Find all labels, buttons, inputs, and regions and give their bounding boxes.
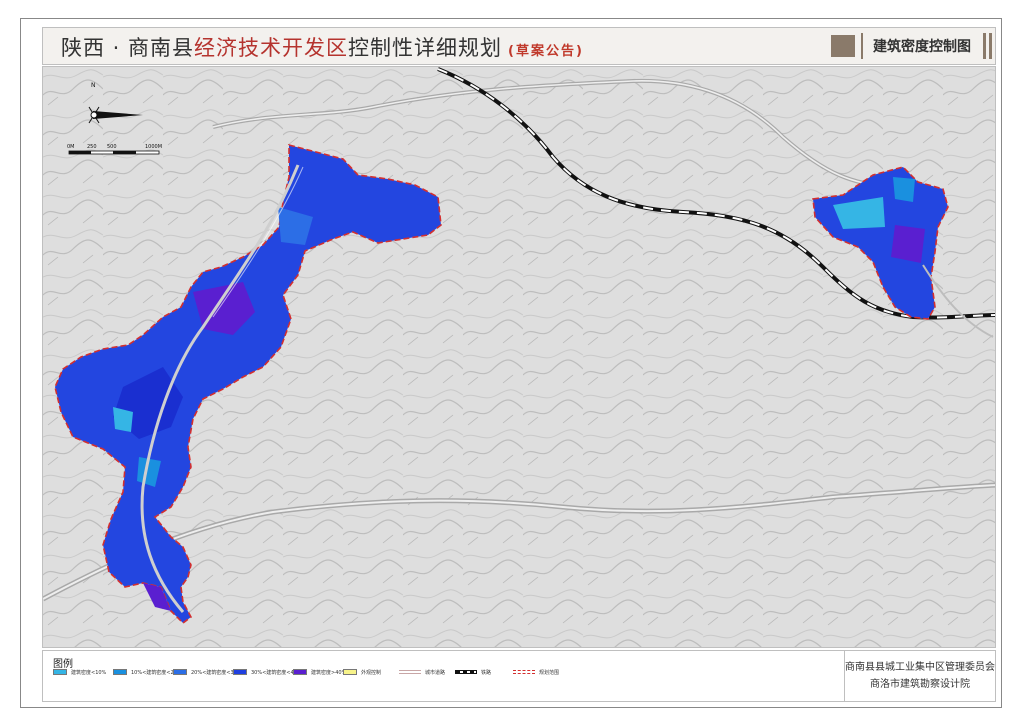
- boundary-line-icon: [513, 670, 535, 674]
- railway-line-icon: [455, 670, 477, 674]
- legend-item-city-road: 城市道路: [399, 667, 445, 677]
- legend-label: 规划范围: [539, 669, 560, 676]
- legend-label: 铁路: [481, 669, 492, 676]
- east-zone-block-purple[interactable]: [891, 225, 925, 263]
- legend-item-planning-boundary: 规划范围: [513, 667, 559, 677]
- title-highlight: 经济技术开发区: [194, 36, 349, 60]
- legend-bar: 图例 建筑密度<10% 10%<建筑密度<20% 20%<建筑密度<30% 30…: [42, 650, 996, 702]
- legend-swatch: [113, 669, 127, 675]
- legend-label: 建筑密度>40%: [311, 669, 347, 676]
- organization-block: 商南县县城工业集中区管理委员会 商洛市建筑勘察设计院: [844, 651, 995, 701]
- scale-label-500: 500: [107, 144, 117, 150]
- legend-swatch: [53, 669, 67, 675]
- page-title: 陕西 · 商南县经济技术开发区控制性详细规划 (草案公告): [61, 32, 584, 62]
- legend-item-facade-control: 外观控制: [343, 667, 381, 677]
- east-zone-block-mid[interactable]: [893, 177, 915, 202]
- scale-label-1000: 1000M: [145, 144, 162, 150]
- map-name-bars-icon: [983, 33, 993, 59]
- map-name-block-icon: [831, 35, 855, 57]
- scale-bar: [68, 150, 160, 155]
- map-canvas: N 0M 250 500 1000M: [43, 67, 995, 647]
- legend-swatch: [233, 669, 247, 675]
- legend-label: 外观控制: [361, 669, 382, 676]
- legend-item-density-30-40: 30%<建筑密度<40%: [233, 667, 302, 677]
- scale-label-0: 0M: [67, 144, 75, 150]
- title-part-2: 控制性详细规划: [348, 36, 503, 60]
- road-line-icon: [399, 670, 421, 674]
- legend-item-density-20-30: 20%<建筑密度<30%: [173, 667, 242, 677]
- legend-item-density-10-20: 10%<建筑密度<20%: [113, 667, 182, 677]
- legend-swatch: [173, 669, 187, 675]
- legend-label: 城市道路: [425, 669, 446, 676]
- planning-map[interactable]: N 0M 250 500 1000M: [42, 66, 996, 648]
- map-name-divider: [861, 33, 863, 59]
- legend-label: 建筑密度<10%: [71, 669, 107, 676]
- title-note: (草案公告): [508, 44, 584, 59]
- title-bar: 陕西 · 商南县经济技术开发区控制性详细规划 (草案公告) 建筑密度控制图: [42, 27, 996, 65]
- legend-item-railway: 铁路: [455, 667, 491, 677]
- legend-swatch: [343, 669, 357, 675]
- scale-label-250: 250: [87, 144, 97, 150]
- legend-item-density-lt10: 建筑密度<10%: [53, 667, 106, 677]
- legend-item-density-gt40: 建筑密度>40%: [293, 667, 346, 677]
- north-label: N: [91, 82, 96, 89]
- title-part-1: 陕西 · 商南县: [61, 36, 195, 60]
- org-line-1: 商南县县城工业集中区管理委员会: [845, 662, 995, 673]
- map-name: 建筑密度控制图: [873, 39, 971, 55]
- org-line-2: 商洛市建筑勘察设计院: [870, 679, 970, 690]
- legend-swatch: [293, 669, 307, 675]
